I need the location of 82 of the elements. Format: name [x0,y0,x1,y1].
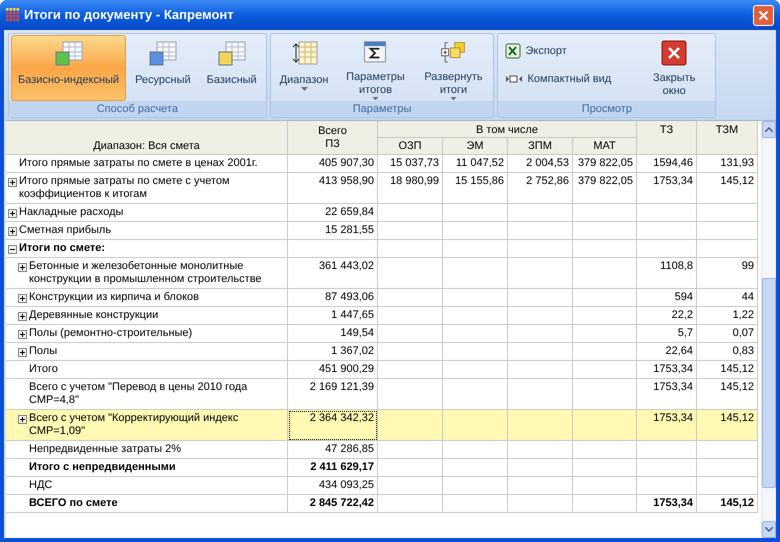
ribbon-button[interactable]: Компактный вид [501,68,616,90]
row-label: Итоги по смете: [19,242,106,255]
column-header[interactable]: В том числе [378,121,637,138]
table-row[interactable]: Итого с непредвиденными 2 411 629,17 [6,459,758,477]
grid-icon [6,8,20,22]
table-row[interactable]: Конструкции из кирпича и блоков 87 493,06 594 44 [6,289,758,307]
expand-icon[interactable] [18,294,27,303]
expand-icon[interactable] [18,312,27,321]
table-cell: 145,12 [697,495,758,513]
collapse-icon[interactable] [8,245,17,254]
group-title: Просмотр [498,101,716,117]
column-header[interactable]: Всего ПЗ [288,121,378,155]
table-row[interactable]: Сметная прибыль 15 281,55 [6,222,758,240]
window-title: Итоги по документу - Капремонт [24,6,234,24]
ribbon-button[interactable]: Базисный [200,35,264,101]
table-row[interactable]: Итого 451 900,29 1753,34 145,12 [6,361,758,379]
scrollbar[interactable] [761,121,776,538]
ribbon-button[interactable]: Экспорт [501,40,616,62]
ribbon-button[interactable]: Базисно-индексный [11,35,126,101]
row-label: Полы [29,345,58,358]
table-icon [148,40,178,68]
expand-icon[interactable] [8,178,17,187]
table-cell: 2 845 722,42 [288,495,378,513]
row-label: НДС [29,479,54,492]
table-cell: 1753,34 [637,495,697,513]
row-label: ВСЕГО по смете [29,497,119,510]
caret-icon [300,87,308,91]
column-header[interactable]: ОЗП [378,138,443,155]
table-row[interactable]: Полы 1 367,02 22,64 0,83 [6,343,758,361]
table-row[interactable]: Полы (ремонтно-строительные) 149,54 5,7 0,07 [6,325,758,343]
column-header[interactable]: Диапазон: Вся смета [6,121,288,155]
close-button[interactable] [753,4,774,26]
ribbon-button[interactable]: Диапазон [272,35,336,101]
table-row[interactable]: Накладные расходы 22 659,84 [6,204,758,222]
compact-view-icon [505,74,524,84]
table-row[interactable]: НДС 434 093,25 [6,477,758,495]
table-row[interactable]: Непредвиденные затраты 2% 47 286,85 [6,441,758,459]
row-label: Деревянные конструкции [29,309,160,322]
row-label: Итого прямые затраты по смете с учетом коэффициентов к итогам [19,175,231,201]
row-label: Итого прямые затраты по смете в ценах 2001г. [19,157,259,170]
table-icon [216,40,247,68]
row-label: Полы (ремонтно-строительные) [29,327,194,340]
table-row[interactable]: Деревянные конструкции 1 447,65 22,2 1,22 [6,307,758,325]
table-row[interactable]: Бетонные и железобетонные монолитные конструкции в промышленном строительстве 361 443,02 1108,8 99 [6,258,758,289]
table-icon [54,40,84,68]
table-cell: 2 364 342,32 [288,410,378,441]
column-header[interactable]: ТЗМ [697,121,758,155]
expand-icon[interactable] [18,348,27,357]
expand-icon[interactable] [18,415,27,424]
close-icon [661,40,688,66]
scrollbar-thumb[interactable] [762,278,776,488]
row-label: Всего с учетом "Корректирующий индекс СМР=1,09" [29,412,240,438]
group-title: Параметры [270,101,494,117]
row-label: Непредвиденные затраты 2% [29,443,182,456]
ribbon-button[interactable]: Ресурсный [128,35,198,101]
expand-icon[interactable] [18,263,27,272]
row-label: Итого [29,363,59,376]
table-row[interactable]: ВСЕГО по смете 2 845 722,42 1753,34 145,12 [6,495,758,513]
row-label: Всего с учетом "Перевод в цены 2010 года СМР=4,8" [29,381,248,407]
spreadsheet-icon [505,43,522,59]
ribbon-button[interactable]: Закрыть окно [643,35,706,101]
table-row[interactable]: Всего с учетом "Корректирующий индекс СМР=1,09" 2 364 342,32 1753,34 145,12 [6,410,758,441]
table-row[interactable]: Итоги по смете: [6,240,758,258]
row-label: Бетонные и железобетонные монолитные конструкции в промышленном строительстве [29,260,263,286]
ribbon-button[interactable]: Развернуть итоги [415,35,492,101]
column-header[interactable]: ЭМ [443,138,508,155]
close-icon [758,10,769,20]
expand-icon[interactable] [18,330,27,339]
column-header[interactable]: ЗПМ [508,138,573,155]
table-row[interactable]: Итого прямые затраты по смете в ценах 2001г. 405 907,30 15 037,73 11 047,52 2 004,53 379 822,05 1594,46 131,93 [6,155,758,173]
row-label: Накладные расходы [19,206,124,219]
row-label: Итого с непредвиденными [29,461,177,474]
column-header[interactable]: МАТ [573,138,637,155]
ribbon-button[interactable]: Параметры итогов [337,35,414,101]
column-header[interactable]: ТЗ [637,121,697,155]
row-label: Конструкции из кирпича и блоков [29,291,200,304]
expand-icon[interactable] [8,209,17,218]
expand-icon[interactable] [8,227,17,236]
table-row[interactable]: Итого прямые затраты по смете с учетом коэффициентов к итогам 413 958,90 18 980,99 15 155,86 2 752,86 379 822,05 1753,34 145,12 [6,173,758,204]
table-row[interactable]: Всего с учетом "Перевод в цены 2010 года СМР=4,8" 2 169 121,39 1753,34 145,12 [6,379,758,410]
row-label: Сметная прибыль [19,224,112,237]
group-title: Способ расчета [9,101,266,117]
